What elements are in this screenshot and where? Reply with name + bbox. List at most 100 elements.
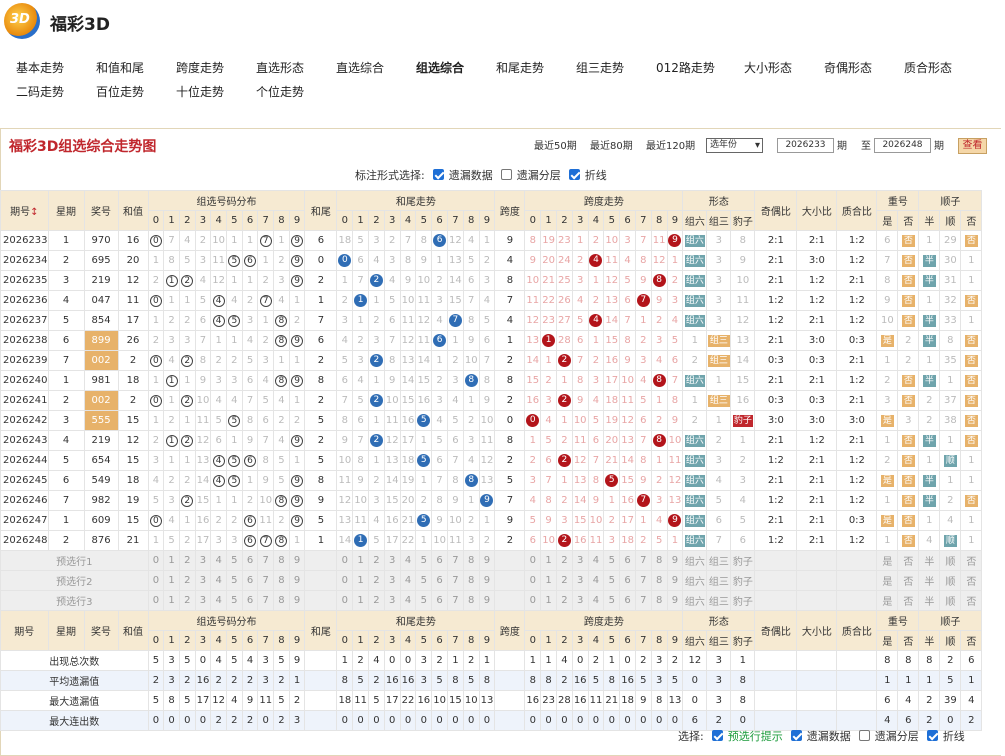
table-row: 2026239 7 002 2 0 4 2 8 2 2 5 3 1 1 2 5 3 2 8 13 14 1 2 10 7 2 14 1…	[0, 350, 983, 371]
year-select[interactable]: 选年份	[706, 138, 763, 153]
table-row: 2026236 4 047 11 0 1 1 5 4 4 2 7 4 1 1 2 1 1 5 10 11 3 15 7 4 7 11…	[0, 290, 983, 311]
issue-cell: 2026233	[0, 230, 49, 251]
prize-cell: 219	[83, 430, 119, 451]
footer-opt-0-label: 预选行提示	[727, 730, 783, 743]
period-label: 期	[837, 141, 847, 152]
nav-6[interactable]: 和尾走势	[496, 59, 544, 76]
preselect-row[interactable]: 预选行1 0 1 2 3 4 5 6 7 8 9 0 1 2 3 4 5 6 7 8 9 0 1 2 3 4 5 6 7 8 9 组六 组三 豹子…	[0, 550, 983, 571]
stats-row: 出现总次数 5 3 5 0 4 5 4 3 5 9 1 2 4 0 0 3 2 1 2 1 1 1 4 0 2 1 0 2 3 2 12 3 1 8…	[0, 650, 983, 671]
preselect-label: 预选行3	[0, 590, 149, 611]
prize-cell: 982	[83, 490, 119, 511]
header-row: 期号↕ 星期 奖号 和值 组选号码分布 和尾 和尾走势 跨度 跨度走势 形态 奇偶比 大小比 质合比 重号…	[0, 190, 983, 231]
issue-cell: 2026244	[0, 450, 49, 471]
table-row: 2026244 5 654 15 3 1 1 13 4 5 6 8 5 1 5 10 8 1 13 18 5 6 7 4 12 2…	[0, 450, 983, 471]
logo[interactable]: 3D	[4, 3, 40, 39]
mark-opt-1-checkbox[interactable]	[500, 169, 512, 180]
issue-cell: 2026246	[0, 490, 49, 511]
panel-title: 福彩3D组选综合走势图	[9, 139, 157, 155]
preselect-row[interactable]: 预选行2 0 1 2 3 4 5 6 7 8 9 0 1 2 3 4 5 6 7 8 9 0 1 2 3 4 5 6 7 8 9 组六 组三 豹子…	[0, 570, 983, 591]
nav-3[interactable]: 直选形态	[256, 59, 304, 76]
nav-1[interactable]: 和值和尾	[96, 59, 144, 76]
table-row: 2026246 7 982 19 5 3 2 15 1 1 2 10 8 9 9 12 10 3 15 20 2 8 9 1 9…	[0, 490, 983, 511]
table-row: 2026234 2 695 20 1 8 5 3 11 5 6 1 2 9 0 0 6 4 3 8 9 1 13 5 2 4 9 20…	[0, 250, 983, 271]
footer-opt-3-checkbox[interactable]	[926, 730, 938, 741]
nav-8[interactable]: 012路走势	[656, 59, 715, 76]
nav-15[interactable]: 个位走势	[256, 83, 304, 100]
nav-0[interactable]: 基本走势	[16, 59, 64, 76]
nav-11[interactable]: 质合形态	[904, 59, 952, 76]
table-row: 2026243 4 219 12 2 1 2 12 6 1 9 7 4 9 2 9 7 2 12 17 1 5 6 3 11 8 1…	[0, 430, 983, 451]
prize-cell: 047	[83, 290, 119, 311]
issue-cell: 2026247	[0, 510, 49, 531]
table-row: 2026248 2 876 21 1 5 2 17 3 3 6 7 8 1 1 14 1 5 17 22 1 10 11 3 2…	[0, 530, 983, 551]
mark-opt-1-label: 遗漏分层	[516, 169, 561, 182]
recent-80-link[interactable]: 最近80期	[590, 137, 633, 152]
nav-4[interactable]: 直选综合	[336, 59, 384, 76]
footer-opt-3-label: 折线	[942, 730, 965, 743]
issue-cell: 2026241	[0, 390, 49, 411]
issue-header[interactable]: 期号↕	[0, 190, 49, 231]
issue-cell: 2026236	[0, 290, 49, 311]
prize-cell: 002	[83, 350, 119, 371]
to-issue-input[interactable]: 2026248	[874, 138, 931, 153]
issue-cell: 2026239	[0, 350, 49, 371]
prize-cell: 970	[83, 230, 119, 251]
stats-row: 平均遗漏值 2 3 2 16 2 2 2 3 2 1 8 5 2 16 16 3 5 8 5 8 8 8 2 16 5 8 16 5 3 5…	[0, 670, 983, 691]
table-row: 2026233 1 970 16 0 7 4 2 10 1 1 7 1 9 6 18 5 3 2 7 8 6 12 4 1 9 8 1…	[0, 230, 983, 251]
from-issue-input[interactable]: 2026233	[777, 138, 834, 153]
nav-9[interactable]: 大小形态	[744, 59, 792, 76]
prize-cell: 219	[83, 270, 119, 291]
prize-cell: 854	[83, 310, 119, 331]
stats-label: 最大连出数	[0, 710, 149, 731]
stats-label: 出现总次数	[0, 650, 149, 671]
footer-opt-0-checkbox[interactable]	[711, 730, 723, 741]
preselect-label: 预选行2	[0, 570, 149, 591]
prize-cell: 981	[83, 370, 119, 391]
mark-label: 标注形式选择:	[355, 169, 425, 182]
table-row: 2026241 2 002 2 0 1 2 10 4 4 7 5 4 1 2 7 5 2 10 15 16 3 4 1 9 2 16…	[0, 390, 983, 411]
stats-label: 最大遗漏值	[0, 690, 149, 711]
issue-cell: 2026235	[0, 270, 49, 291]
trend-table: 期号↕ 星期 奖号 和值 组选号码分布 和尾 和尾走势 跨度 跨度走势 形态 奇偶比 大小比 质合比 重号…	[0, 190, 983, 731]
preselect-label: 预选行1	[0, 550, 149, 571]
table-row: 2026247 1 609 15 0 4 1 16 2 2 6 11 2 9 5 13 11 4 16 21 5 9 10 2…	[0, 510, 983, 531]
mark-opt-2-checkbox[interactable]	[568, 169, 580, 180]
recent-120-link[interactable]: 最近120期	[646, 137, 695, 152]
footer-opt-2-checkbox[interactable]	[858, 730, 870, 741]
table-row: 2026242 3 555 15 1 2 1 11 5 5 8 6 2 2 5 8 6 1 11 16 5 4 5 2 10 0 0…	[0, 410, 983, 431]
issue-cell: 2026245	[0, 470, 49, 491]
prize-cell: 899	[83, 330, 119, 351]
table-row: 2026245 6 549 18 4 2 2 14 4 5 1 9 5 9 8 11 9 2 14 19 1 7 8 8 13 5…	[0, 470, 983, 491]
nav-2[interactable]: 跨度走势	[176, 59, 224, 76]
nav-13[interactable]: 百位走势	[96, 83, 144, 100]
issue-cell: 2026237	[0, 310, 49, 331]
table-row: 2026235 3 219 12 2 1 2 4 12 1 1 2 3 9 2 1 7 2 4 9 10 2 14 6 3 8 10…	[0, 270, 983, 291]
nav-14[interactable]: 十位走势	[176, 83, 224, 100]
mark-opt-2-label: 折线	[584, 169, 607, 182]
mark-opt-0-checkbox[interactable]	[432, 169, 444, 180]
preselect-row[interactable]: 预选行3 0 1 2 3 4 5 6 7 8 9 0 1 2 3 4 5 6 7 8 9 0 1 2 3 4 5 6 7 8 9 组六 组三 豹子…	[0, 590, 983, 611]
issue-cell: 2026238	[0, 330, 49, 351]
stats-row: 最大遗漏值 5 8 5 17 12 4 9 11 5 2 18 11 5 17 22 16 10 15 10 13 16 2…	[0, 690, 983, 711]
issue-header[interactable]: 期号	[0, 610, 49, 651]
query-button[interactable]: 查看	[958, 138, 987, 154]
nav-10[interactable]: 奇偶形态	[824, 59, 872, 76]
footer-options: 选择: 预选行提示 遗漏数据 遗漏分层 折线	[678, 728, 965, 744]
issue-cell: 2026243	[0, 430, 49, 451]
nav-7[interactable]: 组三走势	[576, 59, 624, 76]
nav-12[interactable]: 二码走势	[16, 83, 64, 100]
footer-opt-1-checkbox[interactable]	[790, 730, 802, 741]
footer-opt-1-label: 遗漏数据	[806, 730, 851, 743]
header: 3D 福彩3D	[0, 0, 1005, 44]
issue-cell: 2026240	[0, 370, 49, 391]
footer-opt-2-label: 遗漏分层	[874, 730, 919, 743]
nav-5[interactable]: 组选综合	[416, 59, 464, 76]
table-row: 2026237 5 854 17 1 2 2 6 4 5 3 1 8 2 7 3 1 2 6 11 12 4 7 8 5 4 12 2…	[0, 310, 983, 331]
header-row: 期号 星期 奖号 和值 组选号码分布 和尾 和尾走势 跨度 跨度走势 形态 奇偶比 大小比 质合比 重号顺…	[0, 610, 983, 651]
prize-cell: 654	[83, 450, 119, 471]
prize-cell: 695	[83, 250, 119, 271]
mark-opt-0-label: 遗漏数据	[448, 169, 493, 182]
prize-cell: 876	[83, 530, 119, 551]
issue-cell: 2026242	[0, 410, 49, 431]
recent-50-link[interactable]: 最近50期	[534, 137, 577, 152]
